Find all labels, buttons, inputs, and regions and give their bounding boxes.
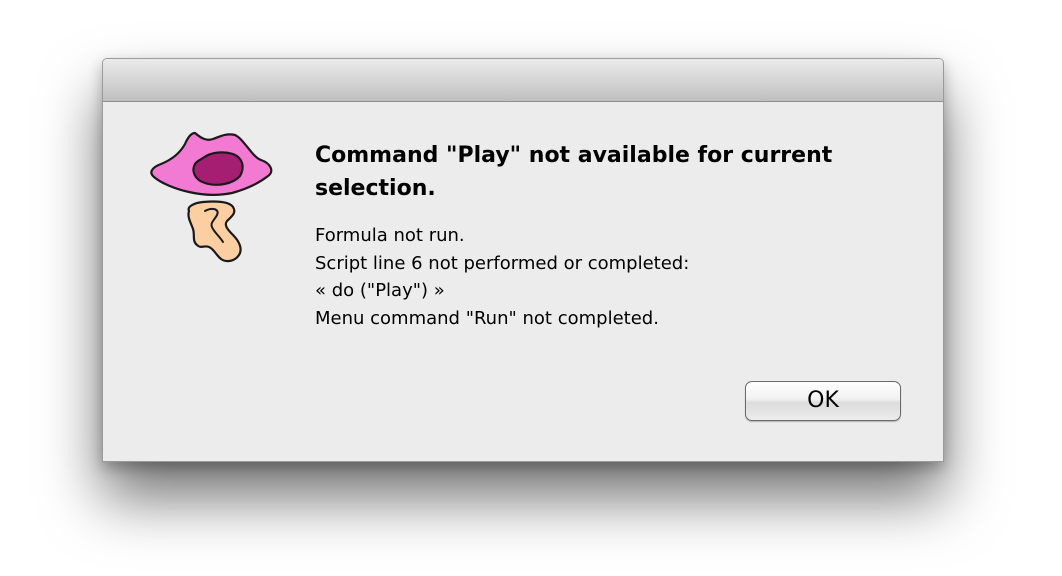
message-line: Script line 6 not performed or completed… xyxy=(315,252,690,274)
window-titlebar[interactable] xyxy=(103,59,943,102)
message-line: Formula not run. xyxy=(315,225,465,246)
message-line: « do ("Play") » xyxy=(315,280,445,301)
alert-dialog: Command "Play" not available for current… xyxy=(102,58,944,462)
ok-button[interactable]: OK xyxy=(745,381,901,421)
message-line: Menu command "Run" not completed. xyxy=(315,307,659,329)
alert-message: Formula not run. Script line 6 not perfo… xyxy=(315,222,915,332)
app-lips-icon xyxy=(150,131,273,263)
alert-title: Command "Play" not available for current… xyxy=(315,143,833,201)
